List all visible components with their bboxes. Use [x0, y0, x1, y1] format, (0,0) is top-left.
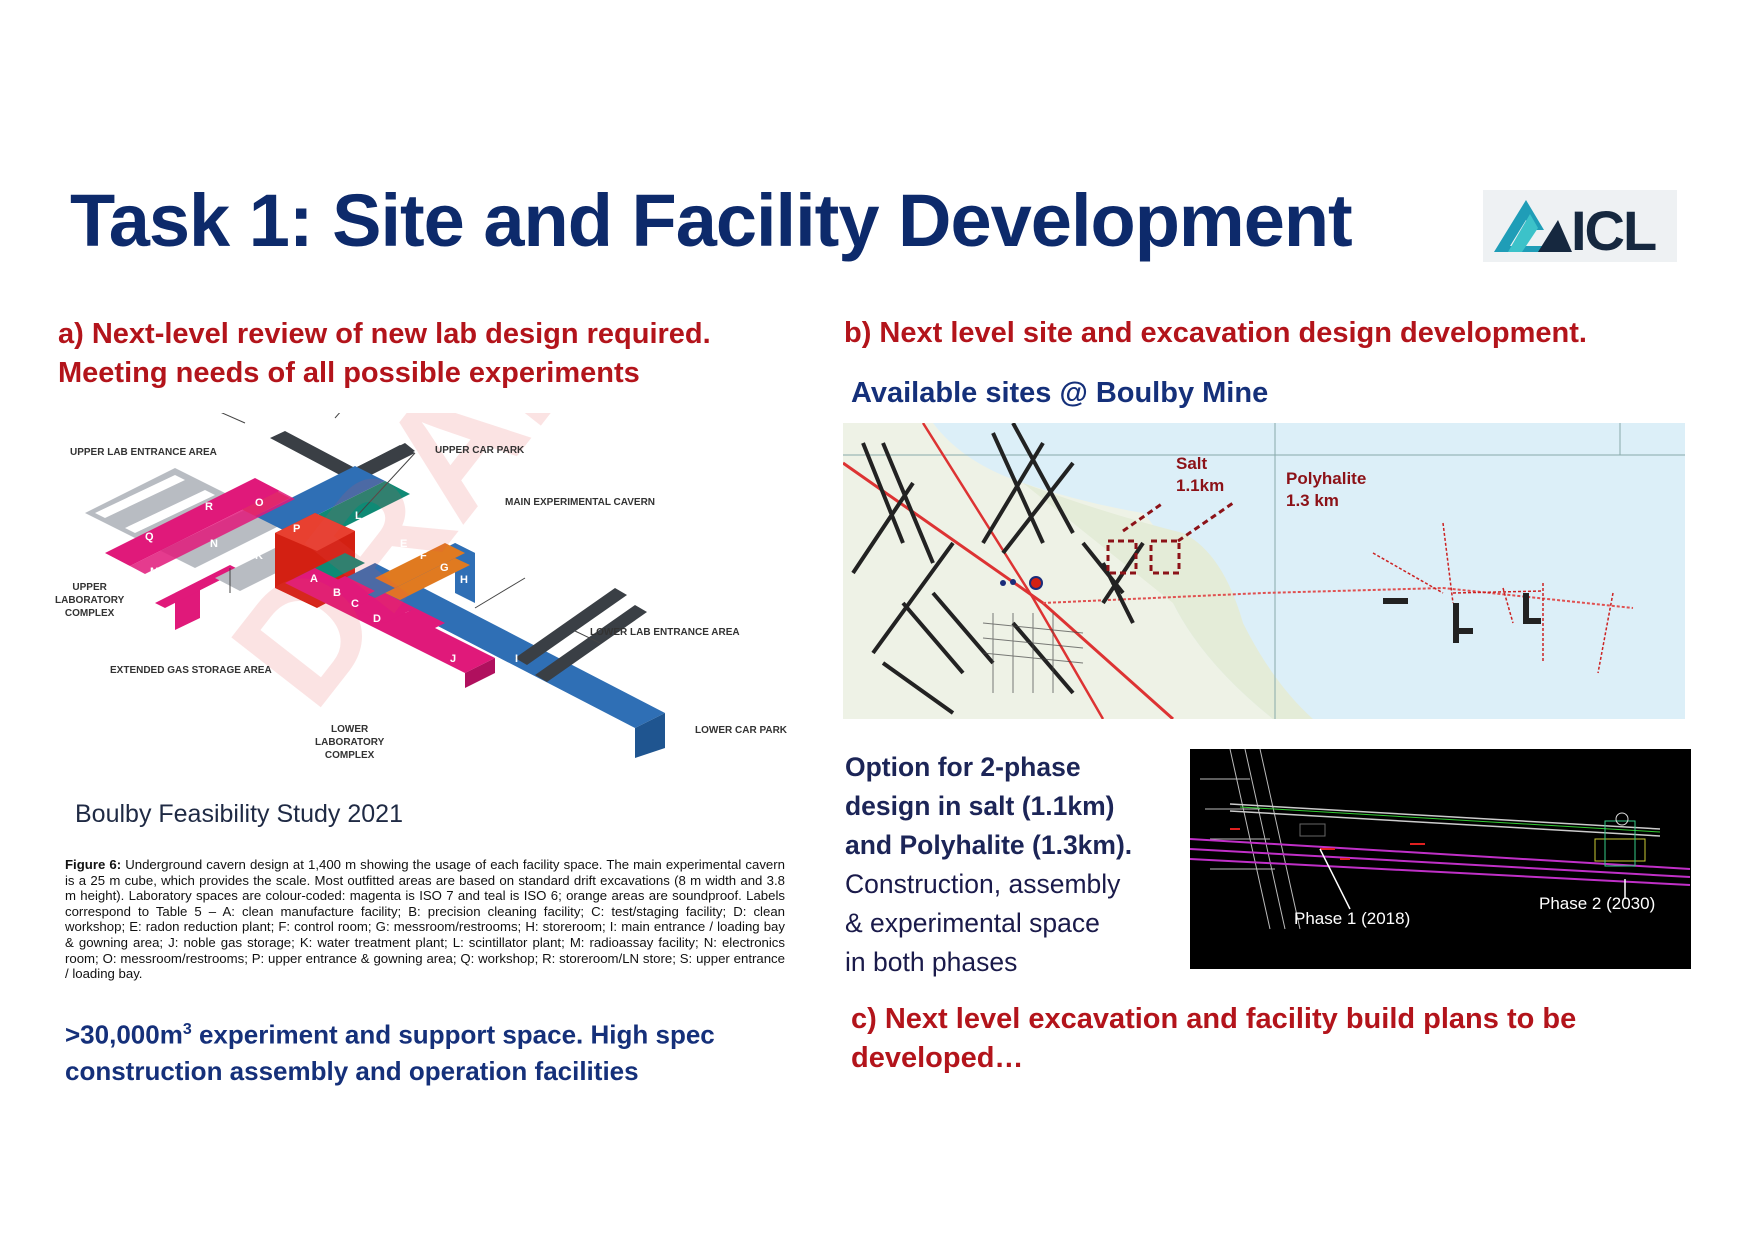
- option-line1: Option for 2-phase: [845, 752, 1081, 782]
- cavern-figure: DRAFT UPPER LAB ENTRANCE AREA UPPER CAR …: [55, 413, 790, 843]
- label-gas-storage: EXTENDED GAS STORAGE AREA: [110, 665, 272, 676]
- phase-plan-graphic: [1190, 749, 1691, 930]
- letter-l: L: [355, 510, 362, 522]
- letter-h: H: [460, 574, 468, 586]
- option-line6: in both phases: [845, 947, 1018, 977]
- letter-i: I: [515, 653, 519, 665]
- letter-s: S: [275, 475, 283, 487]
- section-a-heading: a) Next-level review of new lab design r…: [58, 315, 711, 393]
- label-lower-car-park: LOWER CAR PARK: [695, 725, 788, 736]
- section-a-heading-line1: a) Next-level review of new lab design r…: [58, 318, 711, 350]
- letter-r: R: [205, 501, 213, 513]
- figure-caption-label: Figure 6:: [65, 857, 122, 872]
- label-upper-lab-entrance: UPPER LAB ENTRANCE AREA: [70, 447, 217, 458]
- letter-k: K: [255, 550, 263, 562]
- figure-caption: Figure 6: Underground cavern design at 1…: [65, 857, 785, 982]
- map-polyhalite-distance: 1.3 km: [1286, 491, 1339, 510]
- label-upper-lab-complex: UPPER LABORATORY COMPLEX: [55, 582, 125, 619]
- figure-source-caption: Boulby Feasibility Study 2021: [75, 800, 403, 828]
- label-lower-lab-complex: LOWER LABORATORY COMPLEX: [315, 724, 385, 761]
- option-description: Option for 2-phase design in salt (1.1km…: [845, 748, 1175, 982]
- letter-j: J: [450, 653, 457, 665]
- letter-q: Q: [145, 531, 154, 543]
- letter-o: O: [255, 497, 264, 509]
- space-summary-sup: 3: [182, 1021, 192, 1038]
- letter-f: F: [420, 550, 427, 562]
- option-line5: & experimental space: [845, 908, 1100, 938]
- phase-2-label: Phase 2 (2030): [1539, 894, 1656, 913]
- space-summary: >30,000m3 experiment and support space. …: [65, 1012, 805, 1089]
- option-line4: Construction, assembly: [845, 869, 1121, 899]
- label-main-cavern: MAIN EXPERIMENTAL CAVERN: [505, 497, 656, 508]
- section-c-line2: developed…: [851, 1042, 1024, 1074]
- map-polyhalite-name: Polyhalite: [1286, 469, 1367, 488]
- map-salt-name: Salt: [1176, 454, 1208, 473]
- map-polyhalite-label: Polyhalite 1.3 km: [1286, 468, 1366, 512]
- section-a-heading-line2: Meeting needs of all possible experiment…: [58, 357, 640, 389]
- letter-a: A: [310, 573, 318, 585]
- map-salt-label: Salt 1.1km: [1176, 453, 1224, 497]
- letter-b: B: [333, 587, 341, 599]
- letter-p: P: [293, 523, 301, 535]
- logo-text: ICL: [1571, 199, 1657, 262]
- section-c-line1: c) Next level excavation and facility bu…: [851, 1003, 1577, 1035]
- phase-plan-drawing: Phase 1 (2018) Phase 2 (2030): [1190, 749, 1691, 969]
- page-title: Task 1: Site and Facility Development: [70, 179, 1353, 262]
- figure-caption-text: Underground cavern design at 1,400 m sho…: [65, 857, 785, 982]
- label-lower-lab-entrance: LOWER LAB ENTRANCE AREA: [590, 627, 740, 638]
- section-b-subheading: Available sites @ Boulby Mine: [851, 377, 1269, 409]
- letter-n: N: [210, 538, 218, 550]
- section-c-heading: c) Next level excavation and facility bu…: [851, 1000, 1701, 1078]
- phase-1-label: Phase 1 (2018): [1294, 909, 1411, 928]
- letter-e: E: [400, 538, 408, 550]
- option-line2: design in salt (1.1km): [845, 791, 1115, 821]
- letter-m: M: [150, 566, 160, 578]
- site-map-graphic: [843, 423, 1685, 719]
- option-line3: and Polyhalite (1.3km).: [845, 830, 1133, 860]
- label-upper-car-park: UPPER CAR PARK: [435, 445, 525, 456]
- icl-logo: ICL: [1483, 190, 1677, 262]
- icl-logo-mark-icon: [1494, 200, 1572, 252]
- map-salt-distance: 1.1km: [1176, 476, 1225, 495]
- letter-d: D: [373, 613, 381, 625]
- site-map: Salt 1.1km Polyhalite 1.3 km: [843, 423, 1685, 719]
- letter-g: G: [440, 562, 449, 574]
- section-b-heading: b) Next level site and excavation design…: [844, 317, 1587, 349]
- letter-c: C: [351, 598, 359, 610]
- space-summary-pre: >30,000m: [65, 1019, 183, 1050]
